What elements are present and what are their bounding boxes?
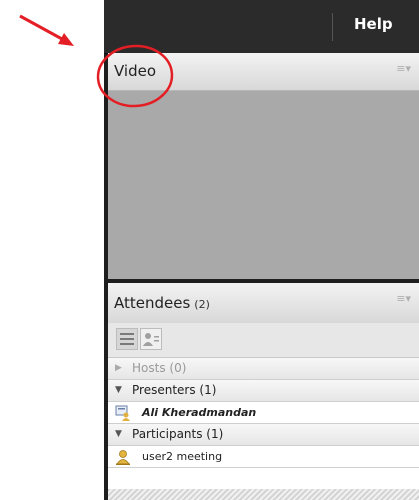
help-menu[interactable]: Help [354, 15, 393, 33]
attendees-count: (2) [194, 298, 210, 311]
section-label: Presenters (1) [132, 383, 217, 397]
attendees-pod-title: Attendees (2) [114, 294, 210, 312]
participant-icon [116, 450, 130, 465]
section-hosts[interactable]: ▶ Hosts (0) [108, 358, 419, 380]
menu-separator [332, 13, 333, 41]
attendees-list: ▶ Hosts (0) ▼ Presenters (1) Ali Kheradm… [108, 358, 419, 500]
pod-options-icon[interactable]: ≡▾ [396, 292, 411, 305]
attendee-status-view-icon [143, 333, 159, 346]
attendee-row[interactable]: user2 meeting [108, 446, 419, 468]
attendees-title-text: Attendees [114, 294, 191, 312]
attendees-pod-header: Attendees (2) ≡▾ [108, 283, 419, 324]
attendee-status-view-button[interactable] [140, 328, 162, 350]
presenter-icon [115, 405, 130, 421]
annotation-arrow [19, 14, 74, 46]
attendee-name: user2 meeting [142, 450, 223, 463]
section-presenters[interactable]: ▼ Presenters (1) [108, 380, 419, 402]
list-view-icon [120, 333, 134, 345]
pod-options-icon[interactable]: ≡▾ [396, 62, 411, 75]
expanded-triangle-icon: ▼ [115, 429, 122, 439]
annotation-circle [96, 44, 174, 108]
attendees-toolbar [108, 323, 419, 358]
list-empty-area [108, 489, 419, 500]
expanded-triangle-icon: ▼ [115, 385, 122, 395]
section-participants[interactable]: ▼ Participants (1) [108, 424, 419, 446]
collapsed-triangle-icon: ▶ [115, 363, 122, 373]
section-label: Participants (1) [132, 427, 224, 441]
section-label: Hosts (0) [132, 361, 187, 375]
attendee-row[interactable]: Ali Kheradmandan [108, 402, 419, 424]
video-area [108, 91, 419, 279]
attendee-name: Ali Kheradmandan [142, 406, 257, 419]
list-view-button[interactable] [116, 328, 138, 350]
